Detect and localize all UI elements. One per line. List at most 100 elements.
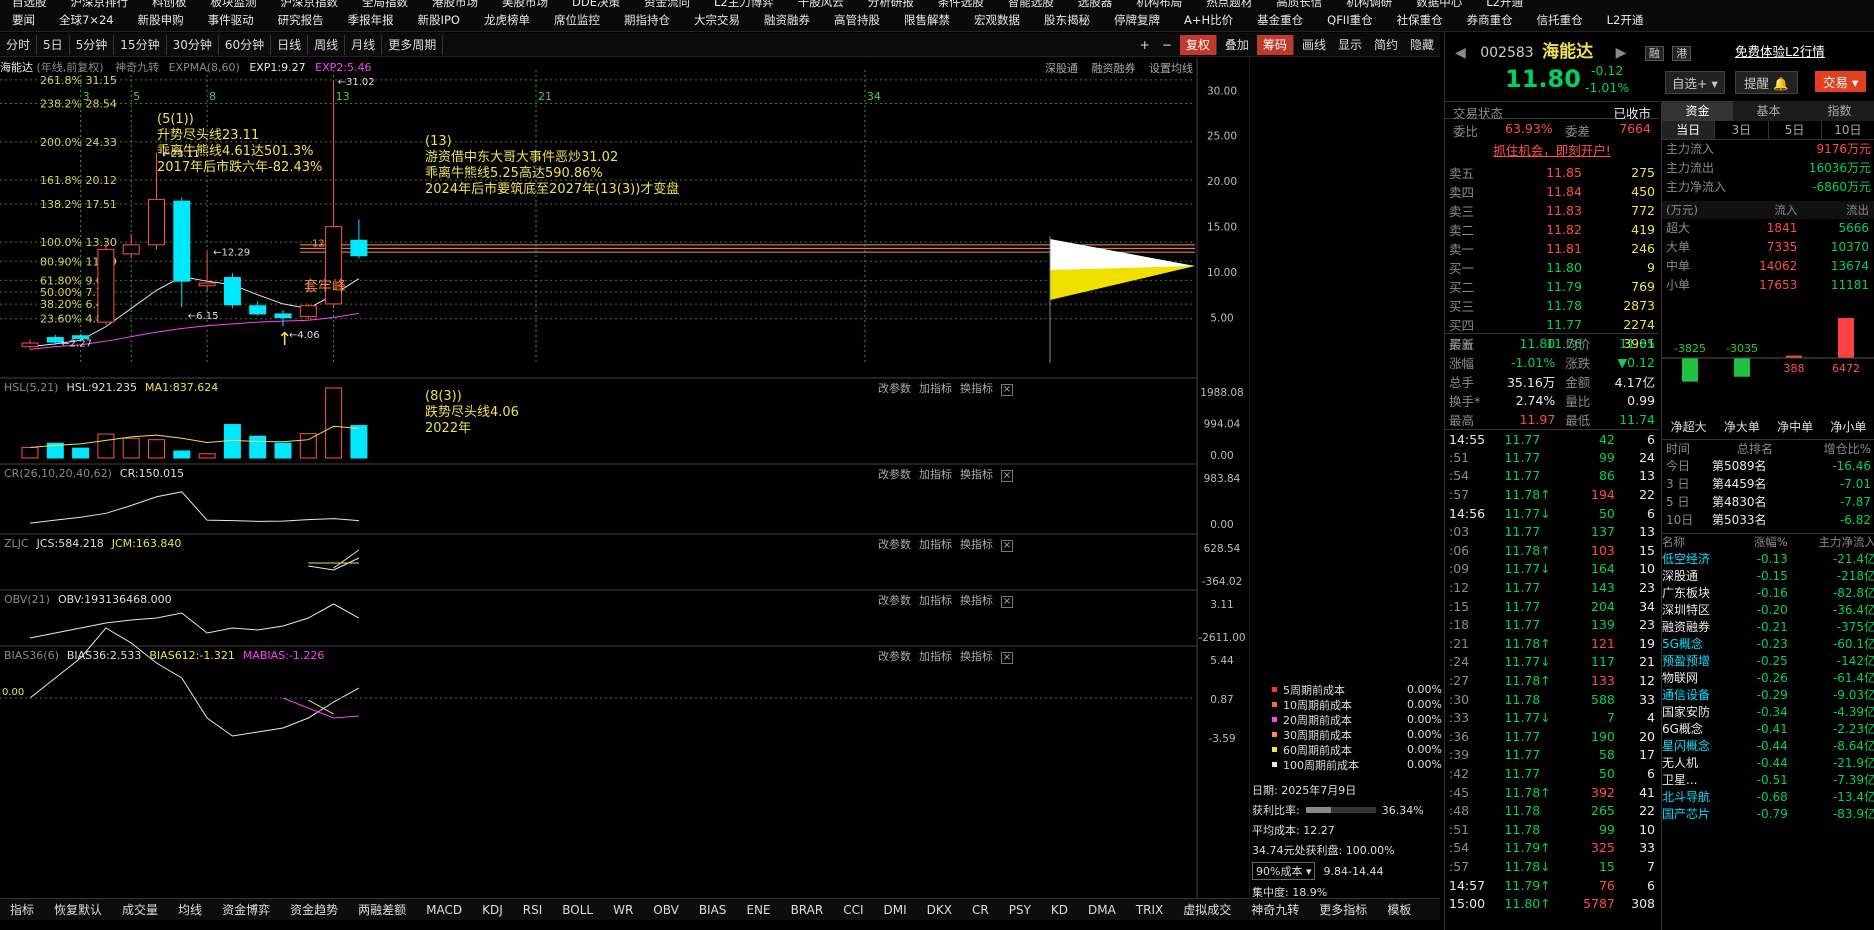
nav-item[interactable]: 限售解禁 [892,12,962,28]
subpanel-title[interactable]: ZLJC [4,537,29,550]
sector-row[interactable]: 融资融券 -0.21 -375亿 [1662,618,1874,635]
sector-row[interactable]: 深圳特区 -0.20 -36.4亿 [1662,601,1874,618]
sector-row[interactable]: 广东板块 -0.16 -82.8亿 [1662,584,1874,601]
indicator-tab[interactable]: BRAR [781,903,834,917]
close-icon[interactable]: × [1001,540,1013,552]
sgt-link[interactable]: 深股通 [1045,62,1078,75]
toolbar-button[interactable]: 画线 [1296,35,1332,55]
nav-item[interactable]: 美股市场 [490,0,560,10]
nav-item[interactable]: 社保重仓 [1385,12,1455,28]
indicator-tab[interactable]: DKX [917,903,962,917]
indicator-tab[interactable]: BIAS [689,903,737,917]
sector-row[interactable]: 通信设备 -0.29 -9.03亿 [1662,686,1874,703]
subpanel-title[interactable]: OBV(21) [4,593,50,606]
nav-item[interactable]: 全球7×24 [47,12,126,28]
nav-item[interactable]: 港股市场 [420,0,490,10]
l2-promo-link[interactable]: 免费体验L2行情 [1735,41,1825,60]
subpanel-btn[interactable]: 改参数 [878,468,911,481]
cost90-select[interactable]: 90%成本 ▾ [1252,862,1316,880]
candle[interactable] [21,339,39,349]
subpanel-btn[interactable]: 换指标 [960,594,993,607]
close-icon[interactable]: × [1001,596,1013,608]
toolbar-button[interactable]: 简约 [1368,35,1404,55]
subpanel-btn[interactable]: 改参数 [878,594,911,607]
indicator-tab[interactable]: RSI [513,903,553,917]
indicator-tab[interactable]: KDJ [472,903,513,917]
subpanel-btn[interactable]: 换指标 [960,538,993,551]
nav-item[interactable]: 高管持股 [822,12,892,28]
fund-subtab[interactable]: 5日 [1769,121,1822,139]
sector-row[interactable]: 星闪概念 -0.44 -8.64亿 [1662,737,1874,754]
close-icon[interactable]: × [1001,470,1013,482]
nav-item[interactable]: 资金流向 [632,0,702,10]
ask-row[interactable]: 卖一 11.81 246 [1445,239,1659,258]
indicator-tab[interactable]: 资金博弈 [212,901,280,918]
subpanel-title[interactable]: HSL(5,21) [4,381,58,394]
subpanel-btn[interactable]: 改参数 [878,382,911,395]
indicator-tab[interactable]: 均线 [168,901,212,918]
nav-item[interactable]: 基金重仓 [1245,12,1315,28]
period-tab[interactable]: 5日 [37,34,70,55]
indicator-tab[interactable]: TRIX [1126,903,1173,917]
nav-item[interactable]: 大宗交易 [682,12,752,28]
nav-item[interactable]: 机构布局 [1124,0,1194,10]
subpanel-btn[interactable]: 加指标 [919,650,952,663]
nav-item[interactable]: 股东揭秘 [1032,12,1102,28]
fund-tab[interactable]: 资金 [1662,101,1733,121]
nav-item[interactable]: 券商重仓 [1455,12,1525,28]
indicator-tab[interactable]: 模板 [1377,901,1421,918]
nav-item[interactable]: 高质长信 [1264,0,1334,10]
nav-item[interactable]: A+H比价 [1172,12,1245,28]
candle[interactable] [274,310,292,327]
candle[interactable] [325,81,343,309]
candle[interactable] [97,243,115,325]
nav-item[interactable]: 智能选股 [996,0,1066,10]
subpanel-btn[interactable]: 换指标 [960,382,993,395]
alert-button[interactable]: 提醒 🔔 [1735,71,1798,94]
nav-item[interactable]: 龙虎榜单 [472,12,542,28]
subpanel-btn[interactable]: 改参数 [878,650,911,663]
candle[interactable] [223,273,241,309]
indicator-tab[interactable]: 恢复默认 [44,901,112,918]
nav-item[interactable]: 研究报告 [266,12,336,28]
toolbar-button[interactable]: 筹码 [1256,34,1294,55]
indicator-tab[interactable]: 指标 [0,901,44,918]
indicator-tab[interactable]: MACD [416,903,472,917]
bid-row[interactable]: 买二 11.79 769 [1445,277,1659,296]
period-tab[interactable]: 周线 [308,34,346,55]
ask-row[interactable]: 卖三 11.83 772 [1445,201,1659,220]
nav-item[interactable]: 融资融券 [752,12,822,28]
candle[interactable] [299,303,317,320]
subpanel-btn[interactable]: 加指标 [919,468,952,481]
subpanel-title[interactable]: CR(26,10,20,40,62) [4,467,112,480]
fund-tab[interactable]: 指数 [1804,101,1874,121]
fund-subtab[interactable]: 3日 [1715,121,1769,139]
indicator-tab[interactable]: PSY [999,903,1041,917]
nav-item[interactable]: L2开通 [1595,12,1656,28]
toolbar-button[interactable]: 复权 [1179,34,1217,55]
nav-item[interactable]: 停牌复牌 [1102,12,1172,28]
nav-item[interactable]: 信托重仓 [1525,12,1595,28]
nav-item[interactable]: 沪深京指数 [269,0,351,10]
nav-item[interactable]: L2开通 [1474,0,1535,10]
indicator-tab[interactable]: OBV [643,903,689,917]
nav-item[interactable]: 新股IPO [406,12,472,28]
bid-row[interactable]: 买一 11.80 9 [1445,258,1659,277]
nav-item[interactable]: 条件选股 [926,0,996,10]
nav-item[interactable]: 沪深京排行 [59,0,141,10]
expma-label[interactable]: EXPMA(8,60) [169,61,240,74]
indicator-tab[interactable]: 两融差额 [348,901,416,918]
subpanel-btn[interactable]: 改参数 [878,538,911,551]
sector-row[interactable]: 北斗导航 -0.68 -13.4亿 [1662,788,1874,805]
nav-item[interactable]: 数据中心 [1404,0,1474,10]
nav-item[interactable]: 科创板 [140,0,199,10]
sector-row[interactable]: 无人机 -0.44 -21.9亿 [1662,754,1874,771]
indicator-tab[interactable]: 资金趋势 [280,901,348,918]
toolbar-button[interactable]: 隐藏 [1404,35,1440,55]
period-tab[interactable]: 30分钟 [167,34,219,55]
indicator-tab[interactable]: KD [1041,903,1078,917]
period-tab[interactable]: 5分钟 [70,34,115,55]
indicator-tab[interactable]: DMA [1078,903,1126,917]
ask-row[interactable]: 卖二 11.82 419 [1445,220,1659,239]
subpanel-btn[interactable]: 加指标 [919,382,952,395]
